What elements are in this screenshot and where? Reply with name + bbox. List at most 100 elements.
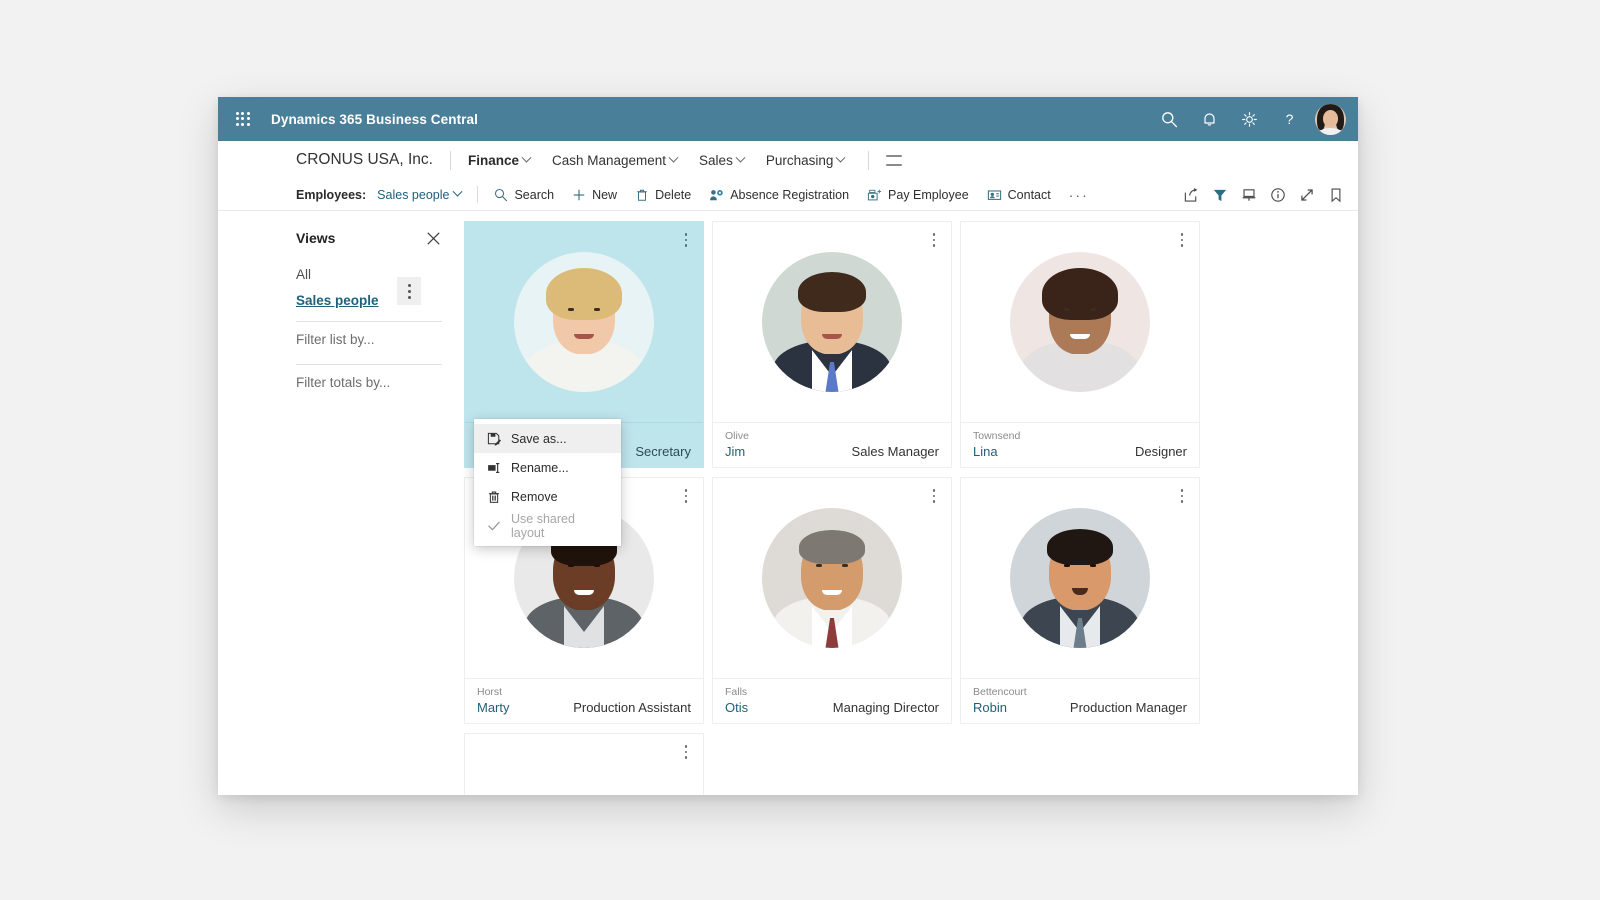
portrait-hair	[1047, 529, 1113, 565]
chevron-down-icon	[835, 152, 846, 163]
expand-icon[interactable]	[1299, 187, 1315, 203]
portrait	[1010, 252, 1150, 392]
action-toolbar: Employees: Sales people Search New Delet…	[218, 179, 1358, 211]
avatar-face	[1323, 109, 1338, 127]
portrait-hair	[798, 272, 866, 312]
card-more-vertical-icon[interactable]	[679, 487, 693, 505]
overflow-menu-button[interactable]: ···	[1069, 187, 1089, 203]
close-icon[interactable]	[424, 229, 442, 247]
new-button[interactable]: New	[572, 188, 617, 202]
delete-button[interactable]: Delete	[635, 188, 691, 202]
employee-card[interactable]: Falls Otis Managing Director	[712, 477, 952, 724]
entity-label: Employees:	[296, 187, 367, 202]
search-button[interactable]: Search	[494, 188, 554, 202]
nav-item-purchasing[interactable]: Purchasing	[766, 152, 846, 168]
nav-item-cash-management[interactable]: Cash Management	[551, 152, 679, 168]
menu-item-label: Save as...	[511, 431, 567, 446]
views-title: Views	[296, 230, 336, 246]
employee-card[interactable]: Bettencourt Robin Production Manager	[960, 477, 1200, 724]
menu-item-rename[interactable]: Rename...	[474, 453, 621, 482]
view-selector[interactable]: Sales people	[377, 186, 463, 202]
help-icon[interactable]: ?	[1270, 100, 1308, 138]
employee-info: Olive Jim Sales Manager	[713, 422, 951, 467]
employee-card[interactable]: Olive Jim Sales Manager	[712, 221, 952, 468]
employee-photo	[961, 478, 1199, 678]
info-icon[interactable]	[1270, 187, 1286, 203]
portrait-hair	[546, 268, 622, 320]
portrait-eye-right	[1090, 564, 1096, 567]
portrait-hair	[1042, 268, 1118, 320]
filter-list-by[interactable]: Filter list by...	[296, 322, 442, 357]
save-as-icon	[486, 432, 501, 446]
menu-item-label: Remove	[511, 489, 558, 504]
contact-button[interactable]: Contact	[987, 188, 1051, 202]
employee-last-name: Olive	[725, 430, 749, 442]
card-more-vertical-icon[interactable]	[679, 743, 693, 761]
filter-icon[interactable]	[1212, 187, 1228, 203]
pay-icon	[867, 189, 882, 200]
employee-first-name[interactable]: Otis	[725, 700, 748, 715]
pin-icon[interactable]	[1241, 187, 1257, 203]
employee-photo	[961, 222, 1199, 422]
card-more-vertical-icon[interactable]	[1175, 487, 1189, 505]
portrait-mouth	[574, 590, 594, 595]
view-more-vertical-icon[interactable]	[397, 277, 421, 305]
employee-first-name[interactable]: Jim	[725, 444, 745, 459]
bookmark-icon[interactable]	[1328, 187, 1344, 203]
portrait-eye-right	[1090, 308, 1096, 311]
employee-info: Bettencourt Robin Production Manager	[961, 678, 1199, 723]
card-more-vertical-icon[interactable]	[679, 231, 693, 249]
nav-item-label: Cash Management	[551, 152, 667, 168]
contact-icon	[987, 189, 1001, 200]
portrait-eye-right	[842, 308, 848, 311]
trash-icon	[486, 490, 501, 504]
card-more-vertical-icon[interactable]	[927, 231, 941, 249]
employee-first-name[interactable]: Robin	[973, 700, 1007, 715]
divider	[868, 150, 870, 170]
employee-info-row: Jim Sales Manager	[725, 444, 939, 459]
menu-item-use-shared-layout[interactable]: Use shared layout	[474, 511, 621, 540]
waffle-grid	[236, 112, 250, 126]
pay-employee-button[interactable]: Pay Employee	[867, 188, 969, 202]
employee-info: Townsend Lina Designer	[961, 422, 1199, 467]
bell-icon[interactable]	[1190, 100, 1228, 138]
employee-card-partial[interactable]	[464, 733, 704, 795]
employee-job-title: Managing Director	[832, 700, 939, 715]
avatar[interactable]	[1315, 103, 1346, 135]
absence-registration-button[interactable]: Absence Registration	[709, 188, 849, 202]
nav-item-finance[interactable]: Finance	[468, 152, 532, 168]
portrait-eye-right	[594, 564, 600, 567]
employee-info-row: Marty Production Assistant	[477, 700, 691, 715]
employee-photo	[465, 222, 703, 422]
divider	[477, 186, 479, 203]
employee-photo	[465, 734, 703, 795]
employee-first-name[interactable]: Lina	[973, 444, 998, 459]
employee-card[interactable]: Townsend Lina Designer	[960, 221, 1200, 468]
menu-item-save-as[interactable]: Save as...	[474, 424, 621, 453]
nav-item-label: Sales	[699, 152, 733, 168]
portrait-eye-left	[1064, 308, 1070, 311]
portrait-eye-left	[568, 308, 574, 311]
card-more-vertical-icon[interactable]	[1175, 231, 1189, 249]
company-name[interactable]: CRONUS USA, Inc.	[296, 151, 433, 169]
share-icon[interactable]	[1183, 187, 1199, 203]
search-icon[interactable]	[1150, 100, 1188, 138]
navigation-bar: CRONUS USA, Inc. Finance Cash Management…	[218, 141, 1358, 179]
portrait	[1010, 508, 1150, 648]
filter-totals-by[interactable]: Filter totals by...	[296, 365, 442, 400]
menu-item-remove[interactable]: Remove	[474, 482, 621, 511]
divider	[449, 150, 451, 170]
absence-icon	[710, 189, 723, 200]
rename-icon	[486, 461, 501, 475]
employee-job-title: Sales Manager	[851, 444, 939, 459]
gear-icon[interactable]	[1230, 100, 1268, 138]
card-more-vertical-icon[interactable]	[927, 487, 941, 505]
employee-first-name[interactable]: Marty	[477, 700, 510, 715]
portrait-mouth	[822, 590, 842, 595]
trash-icon	[637, 189, 647, 201]
hamburger-icon[interactable]	[886, 154, 903, 166]
app-launcher-icon[interactable]	[228, 104, 258, 134]
employee-info: Horst Marty Production Assistant	[465, 678, 703, 723]
top-bar-actions: ?	[1150, 100, 1352, 138]
nav-item-sales[interactable]: Sales	[699, 152, 746, 168]
